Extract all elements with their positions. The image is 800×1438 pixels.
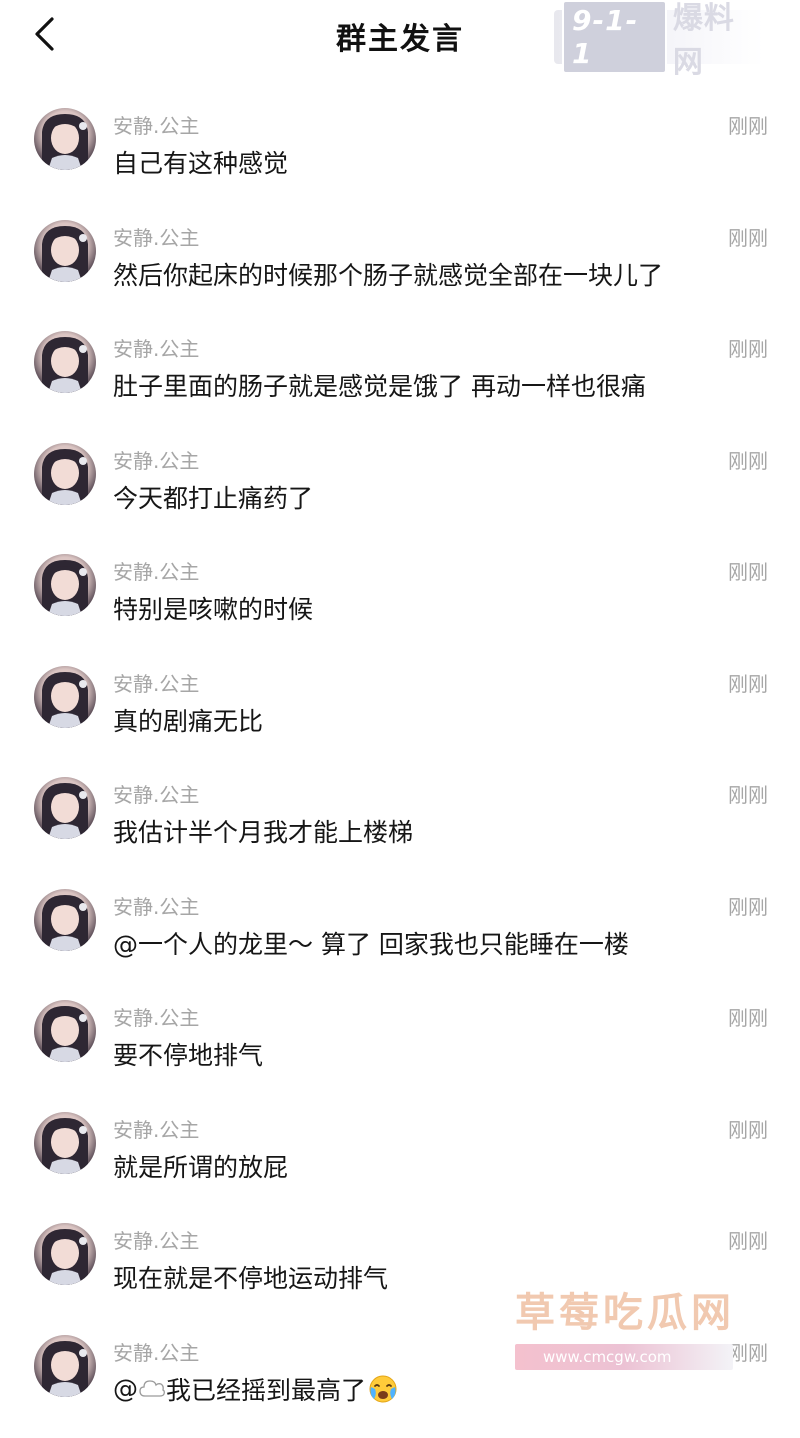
watermark-bottom-url: www.cmcgw.com: [515, 1344, 733, 1370]
message-time: 刚刚: [728, 1114, 768, 1143]
message-text: 就是所谓的放屁: [113, 1148, 288, 1184]
sender-name: 安静.公主: [113, 556, 199, 585]
sender-name: 安静.公主: [113, 1337, 199, 1366]
message-body: 我已经摇到最高了: [166, 1371, 366, 1407]
watermark-bottom: 草莓吃瓜网 www.cmcgw.com: [515, 1280, 755, 1370]
message-time: 刚刚: [728, 1225, 768, 1254]
sender-name: 安静.公主: [113, 1002, 199, 1031]
avatar[interactable]: [34, 666, 96, 728]
avatar[interactable]: [34, 1223, 96, 1285]
message-time: 刚刚: [728, 1002, 768, 1031]
message-time: 刚刚: [728, 110, 768, 139]
message-text: 特别是咳嗽的时候: [113, 590, 313, 626]
mention-prefix: @: [113, 1374, 138, 1403]
message-text: 我估计半个月我才能上楼梯: [113, 813, 413, 849]
message-item[interactable]: 安静.公主 刚刚 就是所谓的放屁: [0, 1104, 800, 1216]
avatar[interactable]: [34, 220, 96, 282]
avatar[interactable]: [34, 331, 96, 393]
cloud-icon: [138, 1378, 166, 1400]
message-text: 然后你起床的时候那个肠子就感觉全部在一块儿了: [113, 256, 663, 292]
avatar-portrait-icon: [34, 1223, 96, 1285]
avatar-portrait-icon: [34, 554, 96, 616]
sender-name: 安静.公主: [113, 1225, 199, 1254]
message-text: 肚子里面的肠子就是感觉是饿了 再动一样也很痛: [113, 367, 646, 403]
message-text: 自己有这种感觉: [113, 144, 288, 180]
message-item[interactable]: 安静.公主 刚刚 要不停地排气: [0, 992, 800, 1104]
avatar[interactable]: [34, 777, 96, 839]
message-item[interactable]: 安静.公主 刚刚 自己有这种感觉: [0, 100, 800, 212]
avatar[interactable]: [34, 1335, 96, 1397]
message-time: 刚刚: [728, 556, 768, 585]
avatar-portrait-icon: [34, 777, 96, 839]
sender-name: 安静.公主: [113, 333, 199, 362]
sender-name: 安静.公主: [113, 110, 199, 139]
sender-name: 安静.公主: [113, 445, 199, 474]
header-bar: 群主发言 9-1-1 爆料网: [0, 0, 800, 76]
avatar[interactable]: [34, 108, 96, 170]
message-item[interactable]: 安静.公主 刚刚 真的剧痛无比: [0, 658, 800, 770]
message-list: 安静.公主 刚刚 自己有这种感觉 安静.公主 刚刚 然后你起床的时候那个肠子就感…: [0, 100, 800, 1438]
avatar-portrait-icon: [34, 666, 96, 728]
avatar-portrait-icon: [34, 1112, 96, 1174]
message-text: 今天都打止痛药了: [113, 479, 313, 515]
sender-name: 安静.公主: [113, 891, 199, 920]
watermark-bottom-title: 草莓吃瓜网: [515, 1280, 755, 1338]
message-item[interactable]: 安静.公主 刚刚 @一个人的龙里～ 算了 回家我也只能睡在一楼: [0, 881, 800, 993]
message-text: @ 我已经摇到最高了: [113, 1371, 400, 1407]
avatar-portrait-icon: [34, 220, 96, 282]
sender-name: 安静.公主: [113, 668, 199, 697]
watermark-top-text: 爆料网: [673, 0, 764, 81]
message-item[interactable]: 安静.公主 刚刚 特别是咳嗽的时候: [0, 546, 800, 658]
avatar-portrait-icon: [34, 1000, 96, 1062]
message-item[interactable]: 安静.公主 刚刚 然后你起床的时候那个肠子就感觉全部在一块儿了: [0, 212, 800, 324]
crying-face-icon: [366, 1374, 400, 1404]
message-item[interactable]: 安静.公主 刚刚 今天都打止痛药了: [0, 435, 800, 547]
message-item[interactable]: 安静.公主 刚刚 肚子里面的肠子就是感觉是饿了 再动一样也很痛: [0, 323, 800, 435]
message-time: 刚刚: [728, 779, 768, 808]
avatar[interactable]: [34, 443, 96, 505]
avatar-portrait-icon: [34, 889, 96, 951]
message-time: 刚刚: [728, 445, 768, 474]
message-time: 刚刚: [728, 333, 768, 362]
message-text: @一个人的龙里～ 算了 回家我也只能睡在一楼: [113, 925, 629, 961]
watermark-top: 9-1-1 爆料网: [554, 10, 764, 64]
avatar[interactable]: [34, 1112, 96, 1174]
message-item[interactable]: 安静.公主 刚刚 我估计半个月我才能上楼梯: [0, 769, 800, 881]
message-text: 真的剧痛无比: [113, 702, 263, 738]
message-text: 现在就是不停地运动排气: [113, 1259, 388, 1295]
avatar[interactable]: [34, 889, 96, 951]
avatar[interactable]: [34, 554, 96, 616]
avatar-portrait-icon: [34, 108, 96, 170]
avatar-portrait-icon: [34, 1335, 96, 1397]
avatar-portrait-icon: [34, 331, 96, 393]
message-time: 刚刚: [728, 668, 768, 697]
sender-name: 安静.公主: [113, 1114, 199, 1143]
sender-name: 安静.公主: [113, 222, 199, 251]
message-time: 刚刚: [728, 222, 768, 251]
message-time: 刚刚: [728, 891, 768, 920]
avatar[interactable]: [34, 1000, 96, 1062]
avatar-portrait-icon: [34, 443, 96, 505]
watermark-top-badge: 9-1-1: [562, 0, 667, 74]
message-text: 要不停地排气: [113, 1036, 263, 1072]
sender-name: 安静.公主: [113, 779, 199, 808]
